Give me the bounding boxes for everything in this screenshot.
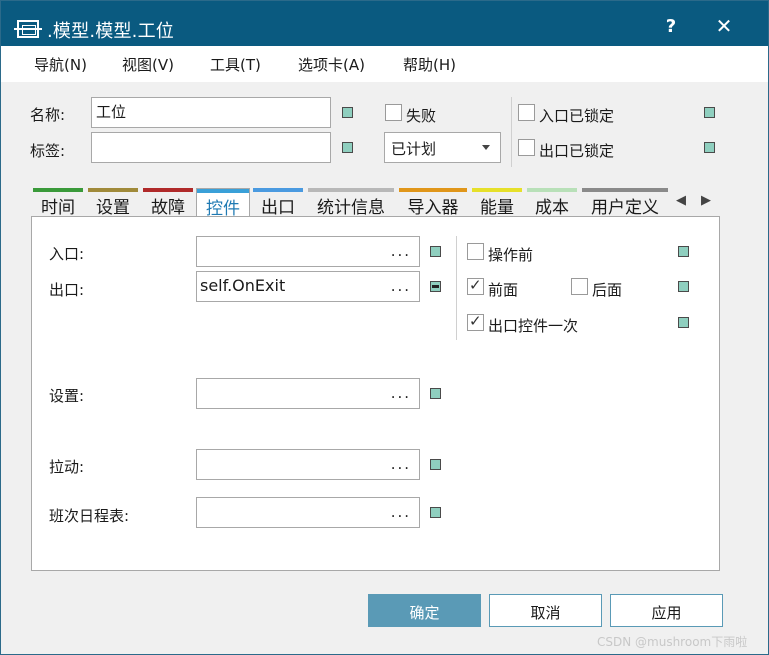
exit-browse-button[interactable]: ...	[391, 277, 411, 295]
tab-label: 出口	[261, 198, 295, 218]
title-bar: .模型.模型.工位 ? ✕	[1, 1, 768, 46]
exit-inherit-icon[interactable]	[430, 281, 441, 292]
rear-checkbox[interactable]	[571, 278, 588, 295]
exit-locked-label: 出口已锁定	[539, 142, 615, 160]
help-button[interactable]: ?	[661, 16, 681, 37]
menu-bar: 导航(N) 视图(V) 工具(T) 选项卡(A) 帮助(H)	[1, 46, 768, 82]
tab-time[interactable]: 时间	[33, 188, 83, 218]
name-label: 名称:	[30, 106, 66, 124]
exit-control-input[interactable]: self.OnExit ...	[196, 271, 420, 302]
tab-statistics[interactable]: 统计信息	[308, 188, 394, 218]
tab-color-bar	[582, 188, 668, 192]
tab-color-bar	[197, 189, 249, 193]
menu-navigate[interactable]: 导航(N)	[34, 54, 87, 75]
tab-settings[interactable]: 设置	[88, 188, 138, 218]
exit-once-inherit-icon[interactable]	[678, 317, 689, 328]
tab-label: 用户定义	[591, 198, 659, 218]
entry-label: 入口:	[49, 245, 85, 263]
exit-control-value: self.OnExit	[200, 276, 286, 295]
entry-locked-label: 入口已锁定	[539, 107, 615, 125]
tab-color-bar	[399, 188, 467, 192]
rear-label: 后面	[592, 281, 623, 299]
tab-color-bar	[143, 188, 193, 192]
tab-exit[interactable]: 出口	[253, 188, 303, 218]
tag-inherit-icon[interactable]	[342, 142, 353, 153]
front-label: 前面	[488, 281, 519, 299]
front-checkbox[interactable]	[467, 276, 484, 295]
failed-label: 失败	[406, 107, 437, 125]
setup-control-input[interactable]: ...	[196, 378, 420, 409]
ok-button[interactable]: 确定	[368, 594, 481, 627]
pull-control-input[interactable]: ...	[196, 449, 420, 480]
tab-label: 故障	[151, 198, 185, 218]
tab-color-bar	[308, 188, 394, 192]
before-action-label: 操作前	[488, 246, 534, 264]
setup-browse-button[interactable]: ...	[391, 384, 411, 402]
tab-color-bar	[33, 188, 83, 192]
pull-inherit-icon[interactable]	[430, 459, 441, 470]
app-icon	[14, 20, 42, 38]
options-divider	[456, 236, 457, 340]
shift-calendar-browse-button[interactable]: ...	[391, 503, 411, 521]
tab-energy[interactable]: 能量	[472, 188, 522, 218]
tab-label: 能量	[480, 198, 514, 218]
window-title: .模型.模型.工位	[47, 21, 174, 42]
cancel-button[interactable]: 取消	[489, 594, 602, 627]
tab-color-bar	[88, 188, 138, 192]
failed-checkbox[interactable]	[385, 104, 402, 121]
front-rear-inherit-icon[interactable]	[678, 281, 689, 292]
exit-once-checkbox[interactable]	[467, 312, 484, 331]
apply-button[interactable]: 应用	[610, 594, 723, 627]
entry-browse-button[interactable]: ...	[391, 242, 411, 260]
dialog-window: .模型.模型.工位 ? ✕ 导航(N) 视图(V) 工具(T) 选项卡(A) 帮…	[0, 0, 769, 655]
menu-view[interactable]: 视图(V)	[122, 54, 174, 75]
entry-inherit-icon[interactable]	[430, 246, 441, 257]
tab-color-bar	[472, 188, 522, 192]
menu-help[interactable]: 帮助(H)	[403, 54, 456, 75]
tab-label: 导入器	[407, 198, 459, 218]
close-button[interactable]: ✕	[713, 14, 735, 38]
name-inherit-icon[interactable]	[342, 107, 353, 118]
exit-label: 出口:	[49, 281, 85, 299]
tab-label: 时间	[41, 198, 75, 218]
shift-calendar-inherit-icon[interactable]	[430, 507, 441, 518]
tab-cost[interactable]: 成本	[527, 188, 577, 218]
tab-scroll-left-icon[interactable]: ◀	[676, 193, 686, 208]
pull-label: 拉动:	[49, 458, 85, 476]
entry-control-input[interactable]: ...	[196, 236, 420, 267]
menu-tabs[interactable]: 选项卡(A)	[298, 54, 365, 75]
watermark-text: CSDN @mushroom下雨啦	[597, 635, 748, 649]
shift-calendar-input[interactable]: ...	[196, 497, 420, 528]
exit-locked-checkbox[interactable]	[518, 139, 535, 156]
tab-label: 成本	[535, 198, 569, 218]
header-divider	[511, 97, 512, 167]
tab-controls[interactable]: 控件	[196, 188, 250, 219]
tab-failures[interactable]: 故障	[143, 188, 193, 218]
entry-locked-inherit-icon[interactable]	[704, 107, 715, 118]
setup-label: 设置:	[49, 387, 85, 405]
entry-locked-checkbox[interactable]	[518, 104, 535, 121]
exit-locked-inherit-icon[interactable]	[704, 142, 715, 153]
before-action-inherit-icon[interactable]	[678, 246, 689, 257]
before-action-checkbox[interactable]	[467, 243, 484, 260]
exit-once-label: 出口控件一次	[488, 317, 579, 335]
tag-label: 标签:	[30, 142, 66, 160]
setup-inherit-icon[interactable]	[430, 388, 441, 399]
tab-importer[interactable]: 导入器	[399, 188, 467, 218]
status-select[interactable]: 已计划	[384, 132, 501, 163]
tab-scroll-right-icon[interactable]: ▶	[701, 193, 711, 208]
tab-label: 设置	[96, 198, 130, 218]
menu-tools[interactable]: 工具(T)	[210, 54, 261, 75]
tab-color-bar	[527, 188, 577, 192]
shift-calendar-label: 班次日程表:	[49, 507, 130, 525]
tab-label: 统计信息	[317, 198, 385, 218]
status-value: 已计划	[391, 140, 437, 158]
tab-user-defined[interactable]: 用户定义	[582, 188, 668, 218]
tab-color-bar	[253, 188, 303, 192]
chevron-down-icon	[482, 145, 490, 150]
tag-input[interactable]	[91, 132, 331, 163]
pull-browse-button[interactable]: ...	[391, 455, 411, 473]
name-input[interactable]: 工位	[91, 97, 331, 128]
